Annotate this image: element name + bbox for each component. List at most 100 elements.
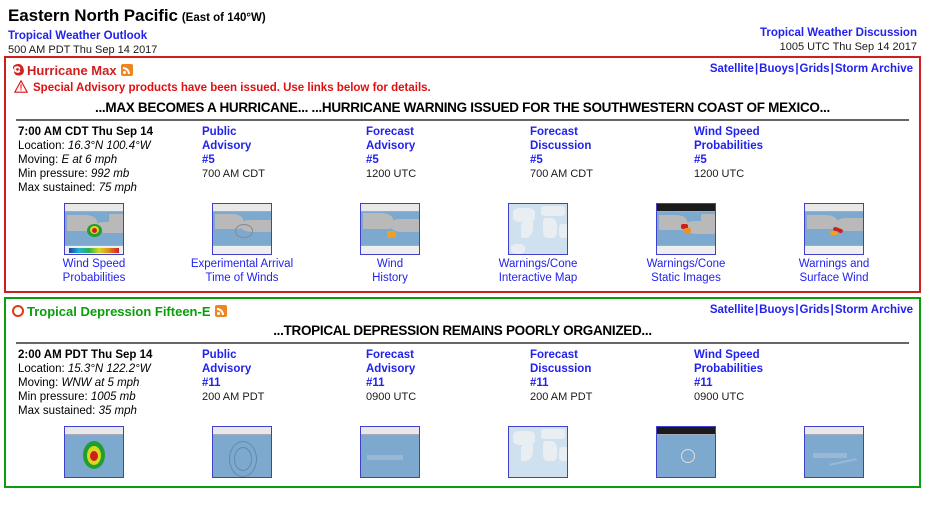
storm-body: 2:00 AM PDT Thu Sep 14 Location: 15.3°N …: [6, 344, 919, 418]
product-line2[interactable]: Probabilities: [694, 362, 858, 376]
thumbnail-wind-history[interactable]: Wind History: [316, 203, 464, 285]
tropical-weather-discussion-link[interactable]: Tropical Weather Discussion: [760, 26, 917, 40]
stat-moving-label: Moving:: [18, 154, 59, 166]
thumbnail-label[interactable]: Wind Speed Probabilities: [20, 257, 168, 285]
wind-marker: [830, 231, 838, 235]
circle-icon: [12, 304, 24, 317]
product-line2[interactable]: Discussion: [530, 362, 694, 376]
quicklink-storm-archive[interactable]: Storm Archive: [835, 304, 913, 316]
thumbnail-image-cone-static[interactable]: [656, 426, 716, 478]
warning-triangle-icon: [13, 80, 29, 94]
header-right-block: Tropical Weather Discussion 1005 UTC Thu…: [760, 26, 917, 54]
product-line2[interactable]: Advisory: [366, 362, 530, 376]
storm-headline: ...MAX BECOMES A HURRICANE... ...HURRICA…: [95, 100, 830, 115]
map-chart-strip: [813, 453, 847, 458]
thumbnail-image-arrival-time[interactable]: [212, 426, 272, 478]
thumbnail-label[interactable]: Wind History: [316, 257, 464, 285]
quicklink-buoys[interactable]: Buoys: [759, 63, 794, 75]
thumbnail-wind-speed-probabilities[interactable]: Wind Speed Probabilities: [20, 203, 168, 285]
quicklink-satellite[interactable]: Satellite: [710, 304, 754, 316]
thumbnail-label[interactable]: Experimental Arrival Time of Winds: [168, 257, 316, 285]
product-number[interactable]: #11: [366, 376, 530, 390]
storm-panel-tropical-depression-fifteen-e: Tropical Depression Fifteen-E Satellite |…: [4, 297, 921, 488]
storm-name-link[interactable]: Tropical Depression Fifteen-E: [27, 304, 211, 319]
map-land: [543, 218, 557, 238]
product-line2[interactable]: Discussion: [530, 139, 694, 153]
product-forecast-advisory: Forecast Advisory #5 1200 UTC: [366, 125, 530, 182]
product-line1[interactable]: Forecast: [530, 125, 694, 139]
rss-icon[interactable]: [214, 304, 227, 317]
thumbnail-image-cone-static[interactable]: [656, 203, 716, 255]
product-number[interactable]: #5: [530, 153, 694, 167]
thumbnail-image-interactive-map[interactable]: [508, 426, 568, 478]
product-line2[interactable]: Advisory: [202, 362, 366, 376]
quicklink-separator-2: |: [795, 304, 799, 316]
product-number[interactable]: #5: [694, 153, 858, 167]
product-number[interactable]: #11: [202, 376, 366, 390]
thumbnail-image-arrival-time[interactable]: [212, 203, 272, 255]
map-footer: [805, 245, 863, 254]
stat-pressure: Min pressure: 1005 mb: [18, 390, 202, 404]
quicklink-storm-archive[interactable]: Storm Archive: [835, 63, 913, 75]
product-line2[interactable]: Probabilities: [694, 139, 858, 153]
thumbnail-warnings-cone-static-images[interactable]: Warnings/Cone Static Images: [612, 203, 760, 285]
product-forecast-discussion: Forecast Discussion #5 700 AM CDT: [530, 125, 694, 182]
thumbnail-wind-speed-probabilities[interactable]: [20, 426, 168, 480]
map-titlebar-dark: [657, 204, 715, 212]
quicklink-satellite[interactable]: Satellite: [710, 63, 754, 75]
stat-wind-label: Max sustained:: [18, 405, 96, 417]
thumbnail-label-line1: Warnings/Cone: [646, 258, 726, 270]
thumbnail-warnings-cone-static-images[interactable]: [612, 426, 760, 480]
map-titlebar-dark: [657, 427, 715, 435]
thumbnail-image-surface-wind[interactable]: [804, 426, 864, 478]
product-number[interactable]: #5: [202, 153, 366, 167]
thumbnail-label[interactable]: Warnings and Surface Wind: [760, 257, 908, 285]
thumbnail-wind-history[interactable]: [316, 426, 464, 480]
stat-observation-time: 7:00 AM CDT Thu Sep 14: [18, 126, 154, 138]
thumbnail-image-interactive-map[interactable]: [508, 203, 568, 255]
map-land: [363, 213, 393, 229]
map-land: [541, 206, 565, 216]
quicklink-grids[interactable]: Grids: [800, 63, 830, 75]
product-wind-speed-probabilities: Wind Speed Probabilities #5 1200 UTC: [694, 125, 858, 182]
stat-observation-time: 2:00 AM PDT Thu Sep 14: [18, 349, 153, 361]
thumbnail-image-wind-speed-probabilities[interactable]: [64, 426, 124, 478]
product-line1[interactable]: Forecast: [366, 348, 530, 362]
quicklink-grids[interactable]: Grids: [800, 304, 830, 316]
map-land: [543, 441, 557, 461]
product-line1[interactable]: Wind Speed: [694, 348, 858, 362]
storm-name-link[interactable]: Hurricane Max: [27, 63, 117, 78]
cone-marker: [684, 228, 691, 233]
stat-location-label: Location:: [18, 363, 65, 375]
thumbnail-label[interactable]: Warnings/Cone Static Images: [612, 257, 760, 285]
product-time: 0900 UTC: [366, 391, 417, 403]
product-line1[interactable]: Public: [202, 348, 366, 362]
product-time: 200 AM PDT: [530, 391, 593, 403]
product-line1[interactable]: Wind Speed: [694, 125, 858, 139]
product-line1[interactable]: Public: [202, 125, 366, 139]
product-number[interactable]: #5: [366, 153, 530, 167]
thumbnail-image-surface-wind[interactable]: [804, 203, 864, 255]
quicklink-separator-1: |: [754, 63, 759, 75]
thumbnail-warnings-and-surface-wind[interactable]: Warnings and Surface Wind: [760, 203, 908, 285]
map-footer: [657, 245, 715, 254]
product-number[interactable]: #11: [694, 376, 858, 390]
thumbnail-warnings-and-surface-wind[interactable]: [760, 426, 908, 480]
product-number[interactable]: #11: [530, 376, 694, 390]
thumbnail-label[interactable]: Warnings/Cone Interactive Map: [464, 257, 612, 285]
thumbnail-experimental-arrival-time[interactable]: Experimental Arrival Time of Winds: [168, 203, 316, 285]
product-line2[interactable]: Advisory: [202, 139, 366, 153]
product-line1[interactable]: Forecast: [366, 125, 530, 139]
quicklink-buoys[interactable]: Buoys: [759, 304, 794, 316]
product-line2[interactable]: Advisory: [366, 139, 530, 153]
thumbnail-warnings-cone-interactive-map[interactable]: Warnings/Cone Interactive Map: [464, 203, 612, 285]
thumbnail-image-wind-history[interactable]: [360, 203, 420, 255]
stat-moving: Moving: E at 6 mph: [18, 153, 202, 167]
rss-icon[interactable]: [120, 63, 133, 76]
thumbnail-experimental-arrival-time[interactable]: [168, 426, 316, 480]
product-line1[interactable]: Forecast: [530, 348, 694, 362]
thumbnail-image-wind-history[interactable]: [360, 426, 420, 478]
stat-location-value: 16.3°N 100.4°W: [67, 140, 151, 152]
thumbnail-warnings-cone-interactive-map[interactable]: [464, 426, 612, 480]
thumbnail-image-wind-speed-probabilities[interactable]: [64, 203, 124, 255]
